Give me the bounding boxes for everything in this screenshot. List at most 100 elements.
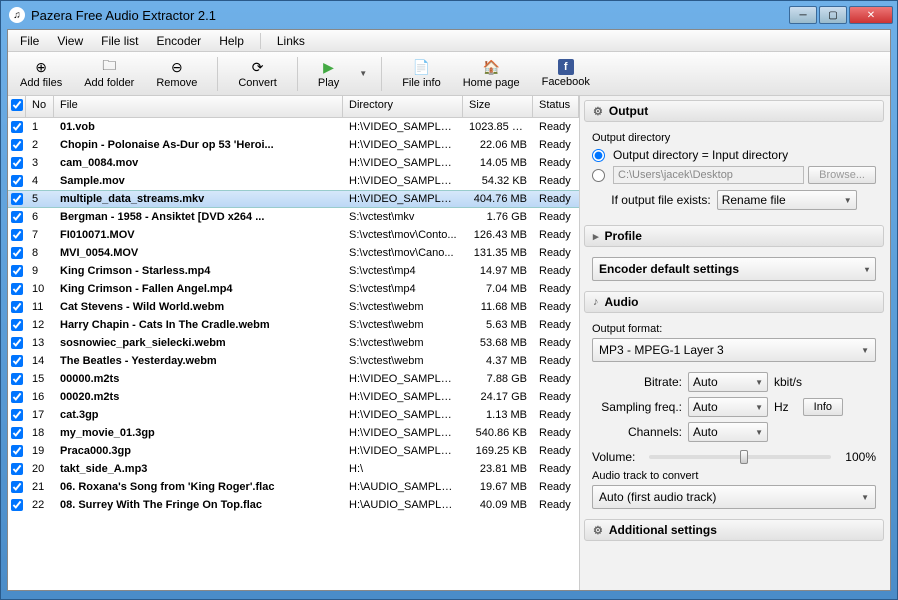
row-checkbox[interactable] — [11, 265, 23, 277]
row-checkbox[interactable] — [11, 121, 23, 133]
row-checkbox[interactable] — [11, 373, 23, 385]
menu-filelist[interactable]: File list — [93, 32, 146, 50]
table-row[interactable]: 9King Crimson - Starless.mp4S:\vctest\mp… — [8, 262, 579, 280]
cell-dir: S:\vctest\mov\Cano... — [343, 246, 463, 260]
table-row[interactable]: 3cam_0084.movH:\VIDEO_SAMPLES\...14.05 M… — [8, 154, 579, 172]
col-directory[interactable]: Directory — [343, 96, 463, 117]
browse-button[interactable]: Browse... — [808, 166, 876, 184]
profile-section-header[interactable]: ▸Profile — [584, 225, 884, 247]
col-status[interactable]: Status — [533, 96, 579, 117]
output-same-dir-radio[interactable] — [592, 149, 605, 162]
col-no[interactable]: No — [26, 96, 54, 117]
row-checkbox[interactable] — [11, 445, 23, 457]
table-row[interactable]: 2106. Roxana's Song from 'King Roger'.fl… — [8, 478, 579, 496]
table-row[interactable]: 4Sample.movH:\VIDEO_SAMPLES\...54.32 KBR… — [8, 172, 579, 190]
file-info-button[interactable]: 📄File info — [396, 56, 447, 91]
maximize-button[interactable]: ▢ — [819, 6, 847, 24]
track-select[interactable]: Auto (first audio track)▼ — [592, 485, 876, 509]
table-row[interactable]: 12Harry Chapin - Cats In The Cradle.webm… — [8, 316, 579, 334]
output-path-input[interactable] — [613, 166, 804, 184]
row-checkbox[interactable] — [11, 499, 23, 511]
row-checkbox[interactable] — [11, 481, 23, 493]
exists-select[interactable]: Rename file▼ — [717, 190, 857, 210]
table-row[interactable]: 20takt_side_A.mp3H:\23.81 MBReady — [8, 460, 579, 478]
output-custom-dir-radio[interactable] — [592, 169, 605, 182]
row-checkbox[interactable] — [11, 409, 23, 421]
table-row[interactable]: 101.vobH:\VIDEO_SAMPLES\...1023.85 MBRea… — [8, 118, 579, 136]
profile-select[interactable]: Encoder default settings▾ — [592, 257, 876, 281]
row-checkbox[interactable] — [11, 301, 23, 313]
table-row[interactable]: 8MVI_0054.MOVS:\vctest\mov\Cano...131.35… — [8, 244, 579, 262]
table-row[interactable]: 7FI010071.MOVS:\vctest\mov\Conto...126.4… — [8, 226, 579, 244]
add-folder-button[interactable]: 🗀Add folder — [78, 56, 140, 91]
row-checkbox[interactable] — [11, 157, 23, 169]
channels-select[interactable]: Auto▼ — [688, 422, 768, 442]
additional-section-header[interactable]: ⚙Additional settings — [584, 519, 884, 541]
col-size[interactable]: Size — [463, 96, 533, 117]
row-checkbox[interactable] — [11, 211, 23, 223]
audio-section-header[interactable]: ♪Audio — [584, 291, 884, 313]
menu-links[interactable]: Links — [269, 32, 313, 50]
convert-button[interactable]: ⟳Convert — [232, 56, 283, 91]
menu-file[interactable]: File — [12, 32, 47, 50]
minimize-button[interactable]: ─ — [789, 6, 817, 24]
add-files-button[interactable]: ⊕Add files — [14, 56, 68, 91]
table-row[interactable]: 6Bergman - 1958 - Ansiktet [DVD x264 ...… — [8, 208, 579, 226]
info-button[interactable]: Info — [803, 398, 843, 416]
table-row[interactable]: 18my_movie_01.3gpH:\VIDEO_SAMPLES\...540… — [8, 424, 579, 442]
close-button[interactable]: ✕ — [849, 6, 893, 24]
row-checkbox[interactable] — [11, 247, 23, 259]
row-checkbox[interactable] — [11, 175, 23, 187]
table-row[interactable]: 2208. Surrey With The Fringe On Top.flac… — [8, 496, 579, 514]
titlebar[interactable]: ♫ Pazera Free Audio Extractor 2.1 ─ ▢ ✕ — [1, 1, 897, 29]
file-list[interactable]: 101.vobH:\VIDEO_SAMPLES\...1023.85 MBRea… — [8, 118, 579, 590]
cell-status: Ready — [533, 372, 579, 386]
play-button[interactable]: ▶Play — [312, 56, 345, 91]
output-section-header[interactable]: ⚙Output — [584, 100, 884, 122]
menu-help[interactable]: Help — [211, 32, 252, 50]
table-row[interactable]: 2Chopin - Polonaise As-Dur op 53 'Heroi.… — [8, 136, 579, 154]
bitrate-select[interactable]: Auto▼ — [688, 372, 768, 392]
table-row[interactable]: 13sosnowiec_park_sielecki.webmS:\vctest\… — [8, 334, 579, 352]
cell-size: 7.04 MB — [463, 282, 533, 296]
table-row[interactable]: 1600020.m2tsH:\VIDEO_SAMPLES\...24.17 GB… — [8, 388, 579, 406]
row-checkbox[interactable] — [11, 229, 23, 241]
facebook-button[interactable]: fFacebook — [536, 57, 596, 90]
home-page-button[interactable]: 🏠Home page — [457, 56, 526, 91]
menu-view[interactable]: View — [49, 32, 91, 50]
play-dropdown[interactable]: ▼ — [359, 69, 367, 78]
row-checkbox[interactable] — [11, 463, 23, 475]
row-checkbox[interactable] — [11, 193, 23, 205]
row-checkbox[interactable] — [11, 391, 23, 403]
menu-separator — [260, 33, 261, 49]
row-checkbox[interactable] — [11, 139, 23, 151]
menu-encoder[interactable]: Encoder — [148, 32, 209, 50]
table-row[interactable]: 19Praca000.3gpH:\VIDEO_SAMPLES\...169.25… — [8, 442, 579, 460]
cell-no: 14 — [26, 354, 54, 368]
table-row[interactable]: 11Cat Stevens - Wild World.webmS:\vctest… — [8, 298, 579, 316]
volume-slider[interactable] — [649, 455, 831, 459]
cell-file: multiple_data_streams.mkv — [54, 192, 343, 206]
row-checkbox[interactable] — [11, 337, 23, 349]
cell-file: Praca000.3gp — [54, 444, 343, 458]
cell-status: Ready — [533, 192, 579, 206]
row-checkbox[interactable] — [11, 355, 23, 367]
cell-size: 11.68 MB — [463, 300, 533, 314]
table-row[interactable]: 10King Crimson - Fallen Angel.mp4S:\vcte… — [8, 280, 579, 298]
cell-size: 1023.85 MB — [463, 120, 533, 134]
remove-button[interactable]: ⊖Remove — [150, 56, 203, 91]
format-select[interactable]: MP3 - MPEG-1 Layer 3▼ — [592, 338, 876, 362]
sampling-select[interactable]: Auto▼ — [688, 397, 768, 417]
table-row[interactable]: 1500000.m2tsH:\VIDEO_SAMPLES\...7.88 GBR… — [8, 370, 579, 388]
cell-file: sosnowiec_park_sielecki.webm — [54, 336, 343, 350]
col-checkbox[interactable] — [8, 96, 26, 117]
row-checkbox[interactable] — [11, 319, 23, 331]
cell-no: 20 — [26, 462, 54, 476]
cell-file: 08. Surrey With The Fringe On Top.flac — [54, 498, 343, 512]
row-checkbox[interactable] — [11, 283, 23, 295]
col-file[interactable]: File — [54, 96, 343, 117]
row-checkbox[interactable] — [11, 427, 23, 439]
table-row[interactable]: 14The Beatles - Yesterday.webmS:\vctest\… — [8, 352, 579, 370]
table-row[interactable]: 17cat.3gpH:\VIDEO_SAMPLES\...1.13 MBRead… — [8, 406, 579, 424]
table-row[interactable]: 5multiple_data_streams.mkvH:\VIDEO_SAMPL… — [8, 190, 579, 208]
